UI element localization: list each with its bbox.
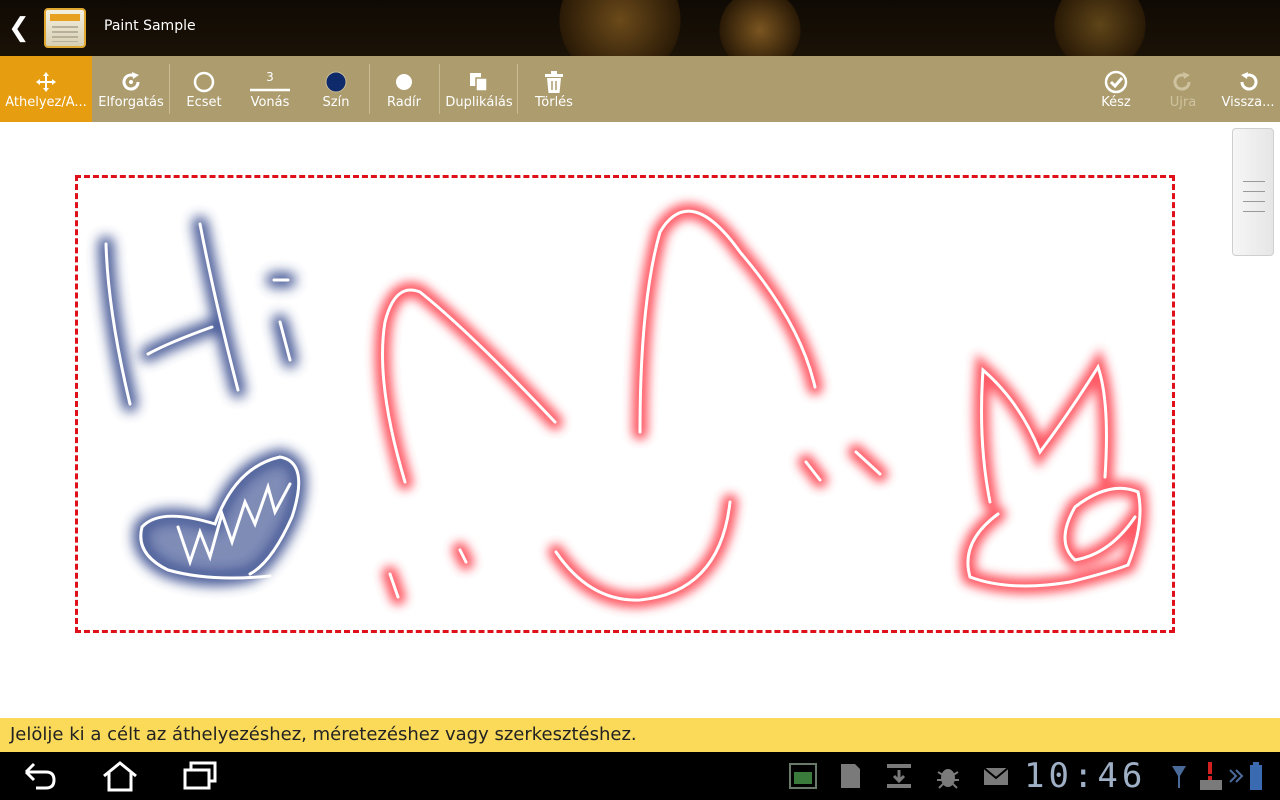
toolbar: Áthelyez/Á... Elforgatás Ecset 3 Vonás S… <box>0 56 1280 122</box>
redo-icon <box>1173 72 1191 91</box>
paint-app: ❮ Paint Sample Áthelyez/Á... Elforgatás … <box>0 0 1280 800</box>
grip-line <box>1243 211 1265 212</box>
undo-button[interactable]: Vissza... <box>1218 56 1278 122</box>
back-icon[interactable] <box>20 760 60 792</box>
redo-label: Újra <box>1169 95 1197 110</box>
clock: 10:46 <box>1024 756 1147 796</box>
redo-button[interactable]: Újra <box>1152 56 1214 122</box>
drawing-canvas[interactable] <box>0 122 1280 718</box>
expand-arrows-icon[interactable] <box>1228 760 1244 792</box>
app-title: Paint Sample <box>104 18 196 34</box>
rotate-icon <box>122 72 140 91</box>
toolbar-divider <box>369 64 370 114</box>
system-bar: 10:46 <box>0 752 1280 800</box>
duplicate-button[interactable]: Duplikálás <box>442 56 516 122</box>
home-icon[interactable] <box>100 760 140 792</box>
mail-icon[interactable] <box>982 760 1010 792</box>
eraser-label: Radír <box>387 95 421 110</box>
delete-label: Törlés <box>535 95 573 110</box>
grip-line <box>1243 201 1265 202</box>
sd-card-icon[interactable] <box>836 760 864 792</box>
brush-button[interactable]: Ecset <box>172 56 236 122</box>
toolbar-divider <box>439 64 440 114</box>
rotate-label: Elforgatás <box>98 95 164 110</box>
rotate-button[interactable]: Elforgatás <box>96 56 166 122</box>
done-label: Kész <box>1101 95 1131 110</box>
grip-line <box>1243 181 1265 182</box>
delete-button[interactable]: Törlés <box>520 56 588 122</box>
move-arrows-icon <box>36 72 56 92</box>
move-resize-label: Áthelyez/Á... <box>5 95 87 110</box>
duplicate-label: Duplikálás <box>445 95 513 110</box>
chevron-left-icon[interactable]: ❮ <box>8 14 30 42</box>
brush-circle-icon <box>193 71 215 93</box>
done-button[interactable]: Kész <box>1086 56 1146 122</box>
selection-box[interactable] <box>75 175 1175 633</box>
title-bar: ❮ Paint Sample <box>0 0 1280 56</box>
keyboard-alert-icon <box>1200 762 1222 790</box>
signal-icon <box>1172 766 1186 788</box>
notebook-icon[interactable] <box>44 8 86 48</box>
hint-bar: Jelölje ki a célt az áthelyezéshez, mére… <box>0 718 1280 752</box>
screenshot-icon[interactable] <box>788 760 818 792</box>
color-swatch-icon <box>325 71 347 93</box>
brush-label: Ecset <box>186 95 222 110</box>
color-label: Szín <box>322 95 350 110</box>
download-icon[interactable] <box>884 760 914 792</box>
toolbar-divider <box>517 64 518 114</box>
battery-icon <box>1250 762 1262 790</box>
eraser-button[interactable]: Radír <box>372 56 436 122</box>
scroll-handle[interactable] <box>1232 128 1274 256</box>
debug-icon[interactable] <box>934 760 962 792</box>
undo-icon <box>1240 72 1258 91</box>
check-circle-icon <box>1104 70 1128 94</box>
trash-icon <box>545 71 563 93</box>
stroke-value: 3 <box>266 70 274 84</box>
recent-apps-icon[interactable] <box>180 760 220 792</box>
stroke-button[interactable]: 3 Vonás <box>238 56 302 122</box>
color-button[interactable]: Szín <box>304 56 368 122</box>
toolbar-divider <box>169 64 170 114</box>
eraser-dot-icon <box>396 74 412 90</box>
grip-line <box>1243 191 1265 192</box>
duplicate-icon <box>470 73 488 92</box>
undo-label: Vissza... <box>1221 95 1275 110</box>
stroke-label: Vonás <box>250 95 290 110</box>
move-resize-button[interactable]: Áthelyez/Á... <box>0 56 92 122</box>
